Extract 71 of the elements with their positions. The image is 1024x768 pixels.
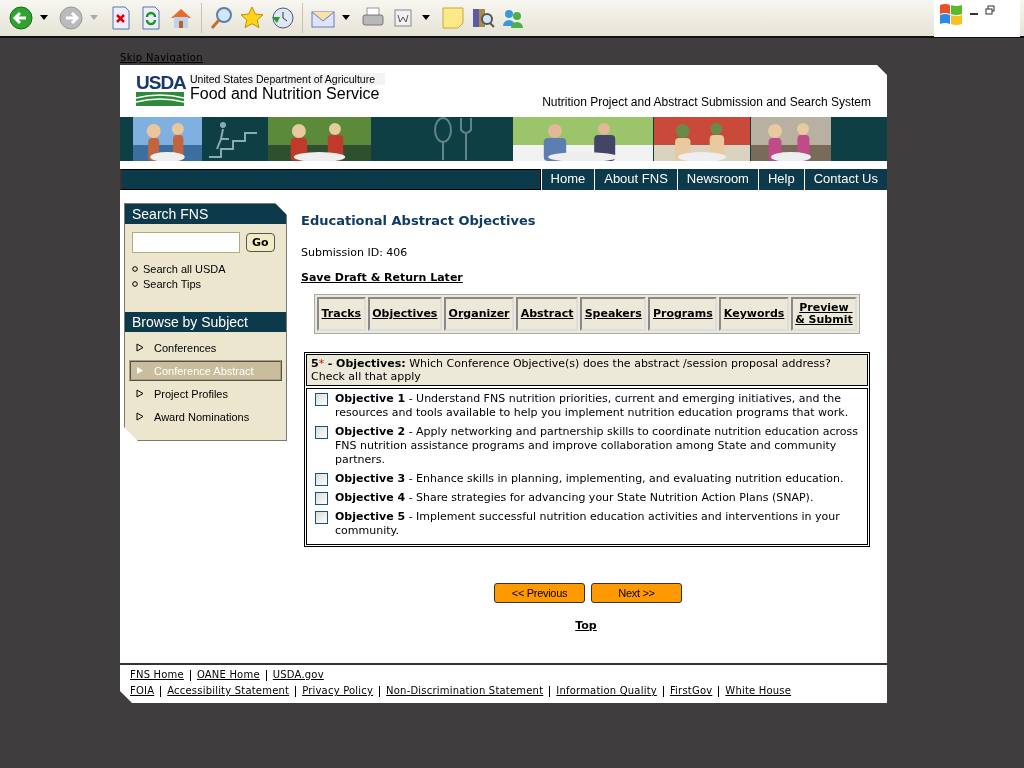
step-link[interactable]: Programs xyxy=(648,297,718,331)
forward-icon[interactable] xyxy=(58,5,84,31)
footer-link[interactable]: Non-Discrimination Statement xyxy=(386,683,544,699)
page-title: Educational Abstract Objectives xyxy=(301,213,537,228)
windows-logo-icon xyxy=(938,1,964,27)
nav-link[interactable]: Contact Us xyxy=(803,169,887,190)
triangle-icon xyxy=(136,366,144,375)
step-link[interactable]: Organizer xyxy=(444,297,515,331)
system-title: Nutrition Project and Abstract Submission and Search System xyxy=(542,95,871,109)
fields-icon xyxy=(136,92,184,106)
search-link[interactable]: Search Tips xyxy=(125,276,286,291)
previous-button[interactable]: << Previous xyxy=(494,583,585,603)
submission-id: Submission ID: 406 xyxy=(301,246,409,259)
objective-text: Objective 1 - Understand FNS nutrition priorities, current and emerging initiatives, and the resources and tools available to help you implement nutrition education programs that work. xyxy=(335,392,850,420)
footer-link[interactable]: Information Quality xyxy=(556,683,657,699)
sidebar-heading: Browse by Subject xyxy=(125,312,286,332)
question-text: 5* - Objectives: Which Conference Objective(s) does the abstract /session proposal address? Check all that apply xyxy=(306,354,868,386)
subject-link[interactable]: Award Nominations xyxy=(129,406,282,427)
step-link[interactable]: Keywords xyxy=(719,297,789,331)
step-link[interactable]: Tracks xyxy=(317,297,366,331)
service-name: Food and Nutrition Service xyxy=(190,85,381,103)
footer-link[interactable]: FirstGov xyxy=(669,683,713,699)
circle-icon xyxy=(132,281,138,287)
footer-link[interactable]: FNS Home xyxy=(130,667,184,683)
footer-link[interactable]: OANE Home xyxy=(196,667,260,683)
sidebar-heading: Search FNS xyxy=(125,204,286,224)
caret-icon[interactable] xyxy=(342,15,350,21)
save-draft-link[interactable]: Save Draft & Return Later xyxy=(301,271,463,284)
history-icon[interactable] xyxy=(269,5,295,31)
objective-text: Objective 2 - Apply networking and partnership skills to coordinate nutrition education across FNS nutrition assistance programs and improve collaboration among State and community partners. xyxy=(335,425,859,467)
circle-icon xyxy=(132,266,138,272)
restore-icon[interactable] xyxy=(985,5,995,15)
objective-checkbox[interactable] xyxy=(315,511,328,524)
subject-link[interactable]: Conferences xyxy=(129,337,282,358)
objective-checkbox[interactable] xyxy=(315,393,328,406)
go-button[interactable]: Go xyxy=(246,233,275,252)
step-link[interactable]: Preview & Submit xyxy=(790,297,857,331)
caret-icon[interactable] xyxy=(422,15,430,21)
caret-icon[interactable] xyxy=(40,15,48,21)
triangle-icon xyxy=(136,343,144,352)
footer-link[interactable]: Accessibility Statement xyxy=(167,683,290,699)
step-link[interactable]: Objectives xyxy=(367,297,442,331)
back-icon[interactable] xyxy=(8,5,34,31)
logo-text: USDA xyxy=(136,73,184,92)
nav-link[interactable]: Home xyxy=(540,169,595,190)
footer-link[interactable]: Privacy Policy xyxy=(302,683,374,699)
nav-link[interactable]: Help xyxy=(757,169,804,190)
agency-name: United States Department of Agriculture xyxy=(190,73,385,85)
objective-checkbox[interactable] xyxy=(315,492,328,505)
search-link[interactable]: Search all USDA xyxy=(125,261,286,276)
search-icon[interactable] xyxy=(209,5,235,31)
next-button[interactable]: Next >> xyxy=(591,583,682,603)
step-link[interactable]: Abstract xyxy=(516,297,579,331)
objective-text: Objective 4 - Share strategies for advancing your State Nutrition Action Plans (SNAP). xyxy=(335,491,814,505)
footer-link[interactable]: FOIA xyxy=(130,683,155,699)
triangle-icon xyxy=(136,412,144,421)
objective-checkbox[interactable] xyxy=(315,426,328,439)
footer-link[interactable]: White House xyxy=(725,683,792,699)
nav-link[interactable]: About FNS xyxy=(594,169,677,190)
nav-link[interactable]: Newsroom xyxy=(676,169,758,190)
spoon-fork-icon xyxy=(434,117,474,161)
top-link[interactable]: Top xyxy=(575,619,597,632)
objective-text: Objective 5 - Implement successful nutrition education activities and interventions in your community. xyxy=(335,510,841,538)
objective-text: Objective 3 - Enhance skills in planning, implementing, and evaluating nutrition education. xyxy=(335,472,844,486)
footer-link[interactable]: USDA.gov xyxy=(272,667,324,683)
step-link[interactable]: Speakers xyxy=(580,297,647,331)
search-field[interactable] xyxy=(132,232,240,253)
subject-link[interactable]: Project Profiles xyxy=(129,383,282,404)
star-icon[interactable] xyxy=(239,5,265,31)
objective-checkbox[interactable] xyxy=(315,473,328,486)
triangle-icon xyxy=(136,389,144,398)
